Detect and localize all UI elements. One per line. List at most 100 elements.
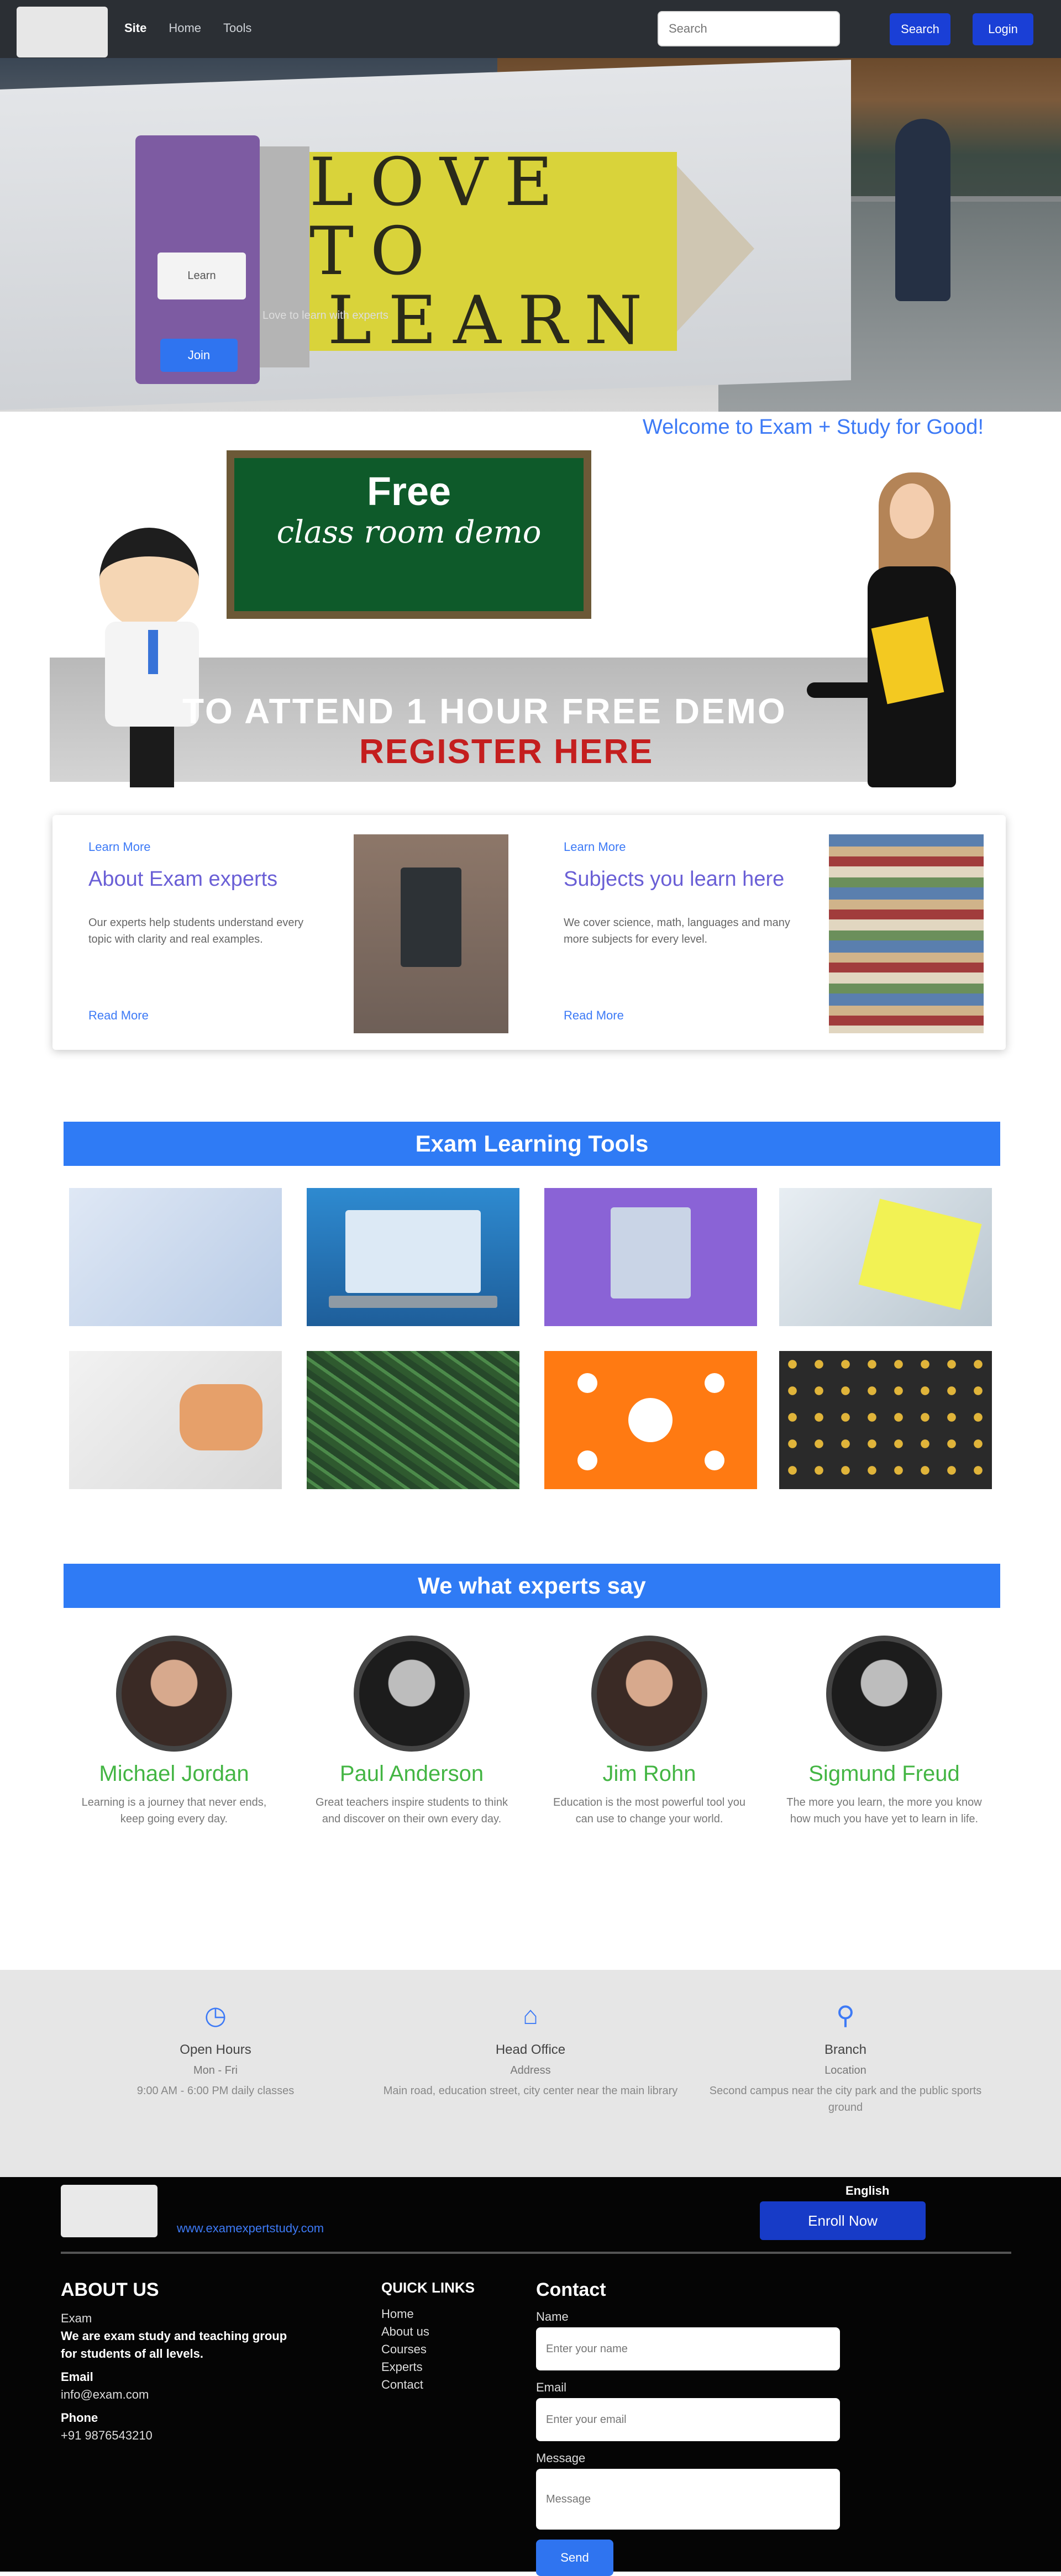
free-demo-banner[interactable]: Free class room demo TO ATTEND 1 HOUR FR… <box>50 450 1011 787</box>
expert-name: Jim Rohn <box>602 1762 696 1786</box>
expert-quote: Learning is a journey that never ends, k… <box>81 1796 267 1825</box>
email-field[interactable] <box>536 2398 840 2441</box>
avatar <box>826 1636 942 1752</box>
card-image-books <box>829 834 984 1033</box>
hero-caption: Love to learn with experts <box>262 309 388 322</box>
tool-tile-pencil-sketch[interactable] <box>69 1351 282 1489</box>
email-label: Email <box>536 2380 567 2394</box>
expert-card: Michael Jordan Learning is a journey tha… <box>69 1636 279 1827</box>
contact-info-sub: Mon - Fri <box>193 2064 238 2076</box>
footer-about-line: for students of all levels. <box>61 2347 203 2361</box>
tools-section-header: Exam Learning Tools <box>64 1122 1000 1166</box>
card-tag: Learn More <box>88 840 151 854</box>
expert-name: Michael Jordan <box>99 1762 249 1786</box>
footer-link[interactable]: Experts <box>381 2358 508 2376</box>
site-logo[interactable] <box>17 7 108 57</box>
enroll-button[interactable]: Enroll Now <box>760 2201 926 2240</box>
card-title[interactable]: Subjects you learn here <box>564 868 784 891</box>
footer-about-line: We are exam study and teaching group <box>61 2329 287 2343</box>
footer-link[interactable]: Contact <box>381 2376 508 2394</box>
welcome-link[interactable]: Welcome to Exam + Study for Good! <box>643 416 984 439</box>
footer-link[interactable]: Courses <box>381 2341 508 2358</box>
nav-link-site[interactable]: Site <box>124 21 146 35</box>
contact-info-title: Branch <box>824 2042 867 2057</box>
tool-tile-notes[interactable] <box>779 1188 992 1326</box>
read-more-link[interactable]: Read More <box>564 1008 624 1023</box>
search-input[interactable] <box>658 11 840 46</box>
login-button[interactable]: Login <box>973 13 1033 45</box>
tool-tile-gold-pattern[interactable] <box>779 1351 992 1489</box>
chalk-subtitle: class room demo <box>276 514 542 550</box>
contact-info-hours: ◷ Open Hours Mon - Fri 9:00 AM - 6:00 PM… <box>61 2000 370 2099</box>
contact-info-sub: Location <box>824 2064 866 2076</box>
card-title[interactable]: About Exam experts <box>88 868 277 891</box>
expert-card: Sigmund Freud The more you learn, the mo… <box>779 1636 989 1827</box>
top-navbar: Site Home Tools Search Login <box>0 0 1061 58</box>
contact-info-text: Second campus near the city park and the… <box>709 2085 982 2114</box>
expert-quote: Education is the most powerful tool you … <box>553 1796 745 1825</box>
send-button[interactable]: Send <box>536 2540 613 2576</box>
nav-link-tools[interactable]: Tools <box>223 21 251 35</box>
banner-headline: TO ATTEND 1 HOUR FREE DEMO <box>182 691 787 731</box>
pencil-tip <box>677 166 754 332</box>
hero-carousel: LOVE TO LEARN Learn Love to learn with e… <box>0 58 1061 412</box>
chalkboard: Free class room demo <box>227 450 591 619</box>
card-text: We cover science, math, languages and ma… <box>564 917 790 945</box>
tool-tile-certificate[interactable] <box>544 1188 757 1326</box>
contact-info-strip: ◷ Open Hours Mon - Fri 9:00 AM - 6:00 PM… <box>0 1970 1061 2177</box>
message-field[interactable] <box>536 2469 840 2530</box>
footer-quick-links: QUICK LINKS Home About us Courses Expert… <box>381 2279 508 2394</box>
pin-icon: ⚲ <box>836 2001 855 2030</box>
footer-phone[interactable]: +91 9876543210 <box>61 2427 370 2444</box>
pencil-ferrule <box>260 146 309 367</box>
language-selector[interactable]: English <box>845 2184 889 2198</box>
experts-section-header: We what experts say <box>64 1564 1000 1608</box>
footer-link[interactable]: Home <box>381 2305 508 2323</box>
name-field[interactable] <box>536 2327 840 2370</box>
chalk-title: Free <box>366 470 451 514</box>
footer-about-line: Phone <box>61 2411 98 2425</box>
search-button[interactable]: Search <box>890 13 950 45</box>
footer-website-link[interactable]: www.examexpertstudy.com <box>177 2221 324 2236</box>
contact-info-text: 9:00 AM - 6:00 PM daily classes <box>136 2085 295 2097</box>
read-more-link[interactable]: Read More <box>88 1008 149 1023</box>
nav-links: Site Home Tools <box>124 21 251 35</box>
avatar <box>116 1636 232 1752</box>
nav-link-home[interactable]: Home <box>169 21 201 35</box>
contact-info-branch: ⚲ Branch Location Second campus near the… <box>691 2000 1000 2116</box>
home-icon: ⌂ <box>523 2001 538 2030</box>
footer-links-title: QUICK LINKS <box>381 2279 475 2296</box>
contact-info-sub: Address <box>510 2064 551 2076</box>
footer-about-line: Email <box>61 2370 93 2384</box>
expert-card: Paul Anderson Great teachers inspire stu… <box>307 1636 517 1827</box>
footer-contact-form: Contact Name Email Message Send <box>536 2279 868 2576</box>
message-label: Message <box>536 2451 586 2465</box>
footer-email[interactable]: info@exam.com <box>61 2386 370 2404</box>
register-here-link[interactable]: REGISTER HERE <box>359 732 653 771</box>
card-image-tablet <box>354 834 508 1033</box>
avatar <box>591 1636 707 1752</box>
card-tag: Learn More <box>564 840 626 854</box>
name-label: Name <box>536 2310 569 2323</box>
footer-about: ABOUT US Exam We are exam study and teac… <box>61 2279 370 2444</box>
expert-quote: The more you learn, the more you know ho… <box>786 1796 982 1825</box>
info-card-subjects: Learn More Subjects you learn here We co… <box>528 834 984 1033</box>
footer-link[interactable]: About us <box>381 2323 508 2341</box>
footer-about-line: Exam <box>61 2311 92 2325</box>
tool-tile-chalkboard[interactable] <box>307 1351 519 1489</box>
expert-name: Paul Anderson <box>339 1762 484 1786</box>
contact-info-text: Main road, education street, city center… <box>383 2085 678 2097</box>
card-text: Our experts help students understand eve… <box>88 917 304 945</box>
footer-about-title: ABOUT US <box>61 2279 159 2300</box>
expert-quote: Great teachers inspire students to think… <box>316 1796 508 1825</box>
tool-tile-network[interactable] <box>544 1351 757 1489</box>
avatar <box>354 1636 470 1752</box>
expert-name: Sigmund Freud <box>808 1762 960 1786</box>
hero-join-button[interactable]: Join <box>160 339 238 372</box>
contact-info-office: ⌂ Head Office Address Main road, educati… <box>376 2000 685 2099</box>
footer-logo[interactable] <box>61 2185 157 2237</box>
clock-icon: ◷ <box>204 2001 227 2030</box>
contact-info-title: Head Office <box>495 2042 566 2057</box>
tool-tile-keyboard[interactable] <box>69 1188 282 1326</box>
tool-tile-laptop[interactable] <box>307 1188 519 1326</box>
